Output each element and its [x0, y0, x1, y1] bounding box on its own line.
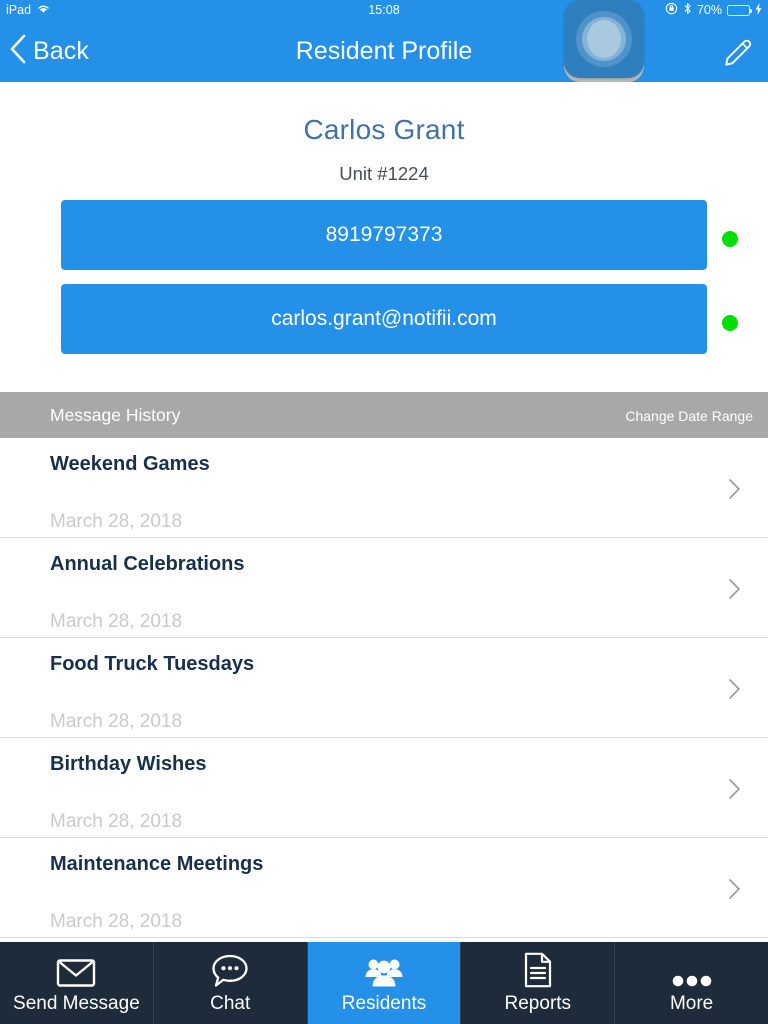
chat-bubble-icon: [211, 952, 249, 988]
tab-more[interactable]: More: [615, 942, 768, 1024]
message-subject: Weekend Games: [50, 453, 210, 475]
status-bar-time: 15:08: [368, 3, 400, 17]
chevron-right-icon: [726, 678, 744, 700]
tab-chat[interactable]: Chat: [154, 942, 308, 1024]
message-subject: Food Truck Tuesdays: [50, 653, 255, 675]
message-subject: Birthday Wishes: [50, 753, 207, 775]
email-button[interactable]: carlos.grant@notifii.com: [61, 284, 707, 354]
email-status-indicator: [722, 315, 738, 331]
ellipsis-icon: [671, 952, 713, 988]
rotation-lock-icon: [665, 2, 678, 18]
chevron-right-icon: [729, 579, 740, 599]
message-date: March 28, 2018: [50, 711, 183, 732]
chevron-right-icon: [729, 679, 740, 699]
message-history-title: Message History: [50, 405, 181, 425]
change-date-range-button[interactable]: Change Date Range: [625, 408, 753, 424]
envelope-icon: [56, 952, 96, 988]
message-date: March 28, 2018: [50, 811, 183, 832]
tab-residents[interactable]: Residents: [307, 942, 462, 1024]
tab-label: Send Message: [13, 992, 140, 1014]
chevron-right-icon: [726, 778, 744, 800]
message-row[interactable]: Annual Celebrations March 28, 2018: [0, 538, 768, 638]
resident-unit: Unit #1224: [339, 163, 429, 184]
chevron-right-icon: [726, 878, 744, 900]
message-history-header: Message History Change Date Range: [0, 392, 768, 438]
chevron-right-icon: [729, 879, 740, 899]
message-subject: Annual Celebrations: [50, 553, 245, 575]
pencil-icon: [725, 39, 752, 66]
message-date: March 28, 2018: [50, 911, 183, 932]
message-date: March 28, 2018: [50, 511, 183, 532]
edit-profile-button[interactable]: [720, 36, 754, 70]
chevron-right-icon: [726, 478, 744, 500]
navigation-bar: Back Resident Profile: [0, 20, 768, 82]
status-bar: iPad 15:08 70%: [0, 0, 768, 20]
resident-name: Carlos Grant: [303, 114, 465, 145]
message-row[interactable]: Weekend Games March 28, 2018: [0, 438, 768, 538]
resident-profile-screen: iPad 15:08 70% Back Resident Profile Car…: [0, 0, 768, 1024]
tab-reports[interactable]: Reports: [461, 942, 616, 1024]
phone-status-indicator: [722, 231, 738, 247]
battery-percent-label: 70%: [696, 3, 722, 17]
document-icon: [523, 952, 553, 988]
bluetooth-icon: [683, 2, 692, 18]
email-contact-row: carlos.grant@notifii.com: [0, 284, 768, 357]
tab-send-message[interactable]: Send Message: [0, 942, 154, 1024]
chevron-right-icon: [729, 479, 740, 499]
message-subject: Maintenance Meetings: [50, 853, 264, 875]
message-row[interactable]: Maintenance Meetings March 28, 2018: [0, 838, 768, 938]
message-row[interactable]: Food Truck Tuesdays March 28, 2018: [0, 638, 768, 738]
battery-icon: [727, 4, 752, 16]
chevron-right-icon: [726, 578, 744, 600]
status-bar-right: 70%: [665, 2, 762, 18]
tab-label: Reports: [504, 992, 572, 1014]
tab-label: Residents: [341, 992, 427, 1014]
bottom-tab-bar: Send Message Chat Residents Reports More: [0, 942, 768, 1024]
phone-button[interactable]: 8919797373: [61, 200, 707, 270]
chevron-right-icon: [729, 779, 740, 799]
tab-label: Chat: [210, 992, 251, 1014]
message-date: March 28, 2018: [50, 611, 183, 632]
tab-label: More: [669, 992, 714, 1014]
message-history-list[interactable]: Weekend Games March 28, 2018 Annual Celebr…: [0, 438, 768, 942]
page-title: Resident Profile: [295, 36, 473, 65]
message-row[interactable]: Birthday Wishes March 28, 2018: [0, 738, 768, 838]
assistive-touch-button[interactable]: [564, 0, 644, 78]
lightning-bolt-icon: [755, 2, 762, 18]
people-group-icon: [364, 952, 404, 988]
phone-contact-row: 8919797373: [0, 200, 768, 273]
profile-section: Carlos Grant Unit #1224 8919797373 carlo…: [0, 82, 768, 357]
